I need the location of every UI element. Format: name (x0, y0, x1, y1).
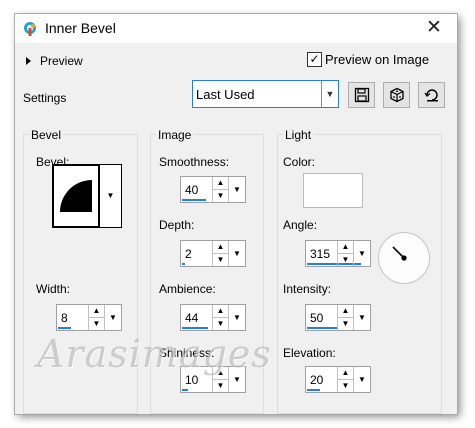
bevel-shape-preview (60, 180, 92, 212)
decrement-arrow-icon[interactable]: ▼ (213, 190, 228, 202)
intensity-value: 50 (310, 311, 324, 325)
chevron-down-icon: ▼ (106, 191, 115, 200)
ambience-value: 44 (185, 311, 199, 325)
depth-spinbox[interactable]: 2 ▲ ▼ ▼ (180, 240, 246, 267)
intensity-spinbox[interactable]: 50 ▲ ▼ ▼ (305, 304, 371, 331)
angle-spinbox[interactable]: 315 ▲ ▼ ▼ (305, 240, 371, 267)
increment-arrow-icon[interactable]: ▲ (89, 305, 104, 318)
chevron-down-icon: ▼ (321, 81, 338, 107)
width-level-bar (58, 327, 71, 329)
expand-triangle-icon (26, 56, 31, 65)
close-icon: ✕ (426, 17, 442, 38)
preset-dropdown[interactable]: Last Used ▼ (192, 80, 339, 108)
slider-dropdown-icon[interactable]: ▼ (228, 367, 245, 392)
shininess-spinbox[interactable]: 10 ▲ ▼ ▼ (180, 366, 246, 393)
slider-dropdown-icon[interactable]: ▼ (353, 241, 370, 266)
preset-value: Last Used (196, 87, 255, 102)
reset-icon (424, 89, 438, 102)
save-preset-button[interactable] (348, 82, 375, 108)
close-button[interactable]: ✕ (411, 14, 457, 43)
width-label: Width: (36, 282, 71, 296)
title-bar: Inner Bevel ✕ (15, 14, 457, 43)
intensity-stepper: ▲ ▼ (337, 305, 353, 330)
ambience-spinbox[interactable]: 44 ▲ ▼ ▼ (180, 304, 246, 331)
elevation-spinbox[interactable]: 20 ▲ ▼ ▼ (305, 366, 371, 393)
smoothness-spinbox[interactable]: 40 ▲ ▼ ▼ (180, 176, 246, 203)
elevation-label: Elevation: (283, 346, 336, 360)
angle-stepper: ▲ ▼ (337, 241, 353, 266)
decrement-arrow-icon[interactable]: ▼ (338, 380, 353, 392)
bevel-shape-picker[interactable] (52, 164, 100, 228)
inner-bevel-dialog: Inner Bevel ✕ Preview ✓ Preview on Image … (15, 14, 457, 414)
window-title: Inner Bevel (45, 20, 116, 36)
shininess-level-bar (182, 389, 188, 391)
smoothness-level-bar (182, 199, 206, 201)
light-group-title: Light (283, 128, 314, 142)
checkmark-icon: ✓ (307, 52, 322, 68)
angle-value: 315 (310, 247, 331, 261)
smoothness-stepper: ▲ ▼ (212, 177, 228, 202)
width-stepper: ▲ ▼ (88, 305, 104, 330)
intensity-label: Intensity: (283, 282, 332, 296)
preview-toggle[interactable]: Preview (26, 54, 83, 68)
increment-arrow-icon[interactable]: ▲ (338, 367, 353, 380)
shininess-label: Shininess: (159, 346, 215, 360)
ambience-level-bar (182, 327, 208, 329)
increment-arrow-icon[interactable]: ▲ (213, 367, 228, 380)
decrement-arrow-icon[interactable]: ▼ (213, 318, 228, 330)
decrement-arrow-icon[interactable]: ▼ (89, 318, 104, 330)
elevation-level-bar (307, 389, 320, 391)
increment-arrow-icon[interactable]: ▲ (213, 305, 228, 318)
decrement-arrow-icon[interactable]: ▼ (338, 318, 353, 330)
dice-icon (390, 87, 404, 103)
settings-label: Settings (23, 91, 67, 105)
shininess-value: 10 (185, 373, 199, 387)
light-color-swatch[interactable] (303, 173, 363, 208)
slider-dropdown-icon[interactable]: ▼ (104, 305, 121, 330)
image-group-title: Image (156, 128, 194, 142)
slider-dropdown-icon[interactable]: ▼ (353, 305, 370, 330)
slider-dropdown-icon[interactable]: ▼ (228, 241, 245, 266)
depth-level-bar (182, 263, 185, 265)
decrement-arrow-icon[interactable]: ▼ (213, 254, 228, 266)
increment-arrow-icon[interactable]: ▲ (213, 177, 228, 190)
angle-dial[interactable] (378, 232, 430, 284)
preview-label: Preview (40, 54, 83, 68)
dial-needle-icon (392, 246, 407, 261)
save-icon (354, 87, 370, 103)
depth-stepper: ▲ ▼ (212, 241, 228, 266)
depth-value: 2 (185, 247, 192, 261)
decrement-arrow-icon[interactable]: ▼ (213, 380, 228, 392)
smoothness-value: 40 (185, 183, 199, 197)
paintshop-app-icon (24, 22, 36, 36)
width-value: 8 (61, 311, 68, 325)
preview-on-image-label: Preview on Image (325, 52, 430, 67)
slider-dropdown-icon[interactable]: ▼ (353, 367, 370, 392)
increment-arrow-icon[interactable]: ▲ (213, 241, 228, 254)
depth-label: Depth: (159, 218, 195, 232)
slider-dropdown-icon[interactable]: ▼ (228, 305, 245, 330)
shininess-stepper: ▲ ▼ (212, 367, 228, 392)
increment-arrow-icon[interactable]: ▲ (338, 305, 353, 318)
preview-on-image-checkbox[interactable]: ✓ Preview on Image (307, 52, 429, 68)
ambience-label: Ambience: (159, 282, 216, 296)
slider-dropdown-icon[interactable]: ▼ (228, 177, 245, 202)
randomize-button[interactable] (383, 82, 410, 108)
bevel-group-title: Bevel (29, 128, 64, 142)
bevel-dropdown-button[interactable]: ▼ (100, 164, 122, 228)
ambience-stepper: ▲ ▼ (212, 305, 228, 330)
decrement-arrow-icon[interactable]: ▼ (338, 254, 353, 266)
increment-arrow-icon[interactable]: ▲ (338, 241, 353, 254)
width-spinbox[interactable]: 8 ▲ ▼ ▼ (56, 304, 122, 331)
angle-label: Angle: (283, 218, 318, 232)
elevation-value: 20 (310, 373, 324, 387)
reset-button[interactable] (418, 82, 445, 108)
color-label: Color: (283, 155, 316, 169)
elevation-stepper: ▲ ▼ (337, 367, 353, 392)
intensity-level-bar (307, 327, 337, 329)
smoothness-label: Smoothness: (159, 155, 230, 169)
